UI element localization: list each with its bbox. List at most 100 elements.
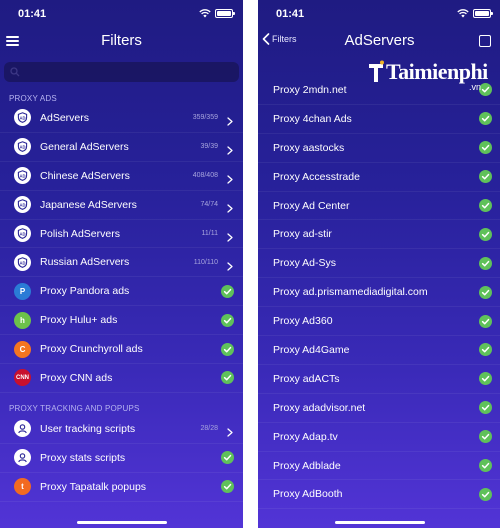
check-circle-icon[interactable] <box>221 371 234 385</box>
adserver-row-label: Proxy 2mdn.net <box>273 83 347 96</box>
filter-row-label: Chinese AdServers <box>40 169 130 182</box>
chevron-right-icon[interactable] <box>227 171 233 184</box>
filter-row-proxy-tapatalk-popups[interactable]: t Proxy Tapatalk popups <box>0 473 243 502</box>
filter-row-label: General AdServers <box>40 140 129 153</box>
filter-row-proxy-pandora-ads[interactable]: P Proxy Pandora ads <box>0 277 243 307</box>
adserver-row-label: Proxy Ad-Sys <box>273 257 337 270</box>
filter-row-russian-adservers[interactable]: AD Russian AdServers 110/110 <box>0 248 243 278</box>
chevron-right-icon[interactable] <box>227 258 233 271</box>
adserver-row-label: Proxy adadvisor.net <box>273 401 366 414</box>
page-title: Filters <box>101 32 142 49</box>
check-circle-icon[interactable] <box>479 487 492 501</box>
adserver-row-proxy-adblade[interactable]: Proxy Adblade <box>258 452 500 481</box>
wifi-icon <box>457 9 469 18</box>
filter-row-label: Proxy Tapatalk popups <box>40 480 147 493</box>
check-circle-icon[interactable] <box>479 459 492 473</box>
adserver-row-proxy-ad-sys[interactable]: Proxy Ad-Sys <box>258 249 500 279</box>
check-circle-icon[interactable] <box>479 314 492 328</box>
adserver-row-proxy-adacts[interactable]: Proxy adACTs <box>258 365 500 394</box>
ad-shield-icon: AD <box>14 225 31 242</box>
filter-row-adservers[interactable]: AD AdServers 359/359 <box>0 104 243 133</box>
adserver-row-label: Proxy Adap.tv <box>273 430 338 443</box>
filter-row-polish-adservers[interactable]: AD Polish AdServers 11/11 <box>0 220 243 249</box>
adserver-row-proxy-2mdn-net[interactable]: Proxy 2mdn.net <box>258 76 500 105</box>
adserver-row-label: Proxy AdBooth <box>273 488 343 501</box>
check-circle-icon[interactable] <box>479 285 492 299</box>
filter-row-proxy-stats-scripts[interactable]: Proxy stats scripts <box>0 444 243 473</box>
check-circle-icon[interactable] <box>479 141 492 155</box>
adserver-row-proxy-adbooth[interactable]: Proxy AdBooth <box>258 480 500 510</box>
check-circle-icon[interactable] <box>221 342 234 356</box>
filter-row-japanese-adservers[interactable]: AD Japanese AdServers 74/74 <box>0 191 243 220</box>
filter-row-chinese-adservers[interactable]: AD Chinese AdServers 408/408 <box>0 162 243 191</box>
ad-shield-icon: AD <box>14 138 31 156</box>
check-circle-icon[interactable] <box>479 401 492 415</box>
select-all-checkbox-icon[interactable] <box>479 35 491 47</box>
adserver-row-proxy-ad4game[interactable]: Proxy Ad4Game <box>258 336 500 365</box>
check-circle-icon[interactable] <box>221 284 234 298</box>
filter-row-label: Russian AdServers <box>40 256 130 269</box>
chevron-right-icon[interactable] <box>227 113 233 127</box>
status-bar: 01:41 <box>258 0 500 28</box>
filter-count: 39/39 <box>200 143 218 151</box>
adserver-row-proxy-ad-center[interactable]: Proxy Ad Center <box>258 192 500 221</box>
filter-row-label: Proxy stats scripts <box>40 451 126 464</box>
svg-text:AD: AD <box>19 116 25 121</box>
ad-shield-icon: AD <box>14 109 31 127</box>
filter-row-proxy-cnn-ads[interactable]: CNN Proxy CNN ads <box>0 364 243 393</box>
adserver-row-label: Proxy ad-stir <box>273 228 332 241</box>
hulu-icon: h <box>14 311 31 329</box>
tracking-list: User tracking scripts 28/28 Proxy stats sc… <box>0 415 243 502</box>
tapatalk-icon: t <box>14 478 31 496</box>
filter-count: 28/28 <box>200 425 218 433</box>
filter-row-proxy-hulu-ads[interactable]: h Proxy Hulu+ ads <box>0 306 243 336</box>
ad-shield-icon: AD <box>14 253 31 271</box>
search-input[interactable] <box>4 62 239 82</box>
adserver-row-label: Proxy aastocks <box>273 141 345 154</box>
adserver-row-proxy-adadvisor-net[interactable]: Proxy adadvisor.net <box>258 394 500 423</box>
nav-bar: Filters AdServers <box>258 28 500 56</box>
check-circle-icon[interactable] <box>221 313 234 327</box>
chevron-right-icon[interactable] <box>227 200 233 213</box>
adserver-row-label: Proxy 4chan Ads <box>273 112 352 125</box>
status-icons <box>457 9 493 18</box>
check-circle-icon[interactable] <box>479 170 492 184</box>
filter-row-user-tracking-scripts[interactable]: User tracking scripts 28/28 <box>0 415 243 444</box>
filter-count: 74/74 <box>200 201 218 209</box>
status-bar: 01:41 <box>0 0 243 28</box>
filter-row-label: Proxy Pandora ads <box>40 285 130 298</box>
check-circle-icon[interactable] <box>479 372 492 386</box>
check-circle-icon[interactable] <box>479 430 492 444</box>
adserver-row-label: Proxy Ad Center <box>273 199 350 212</box>
chevron-right-icon[interactable] <box>227 424 233 437</box>
check-circle-icon[interactable] <box>479 83 492 97</box>
check-circle-icon[interactable] <box>221 480 234 494</box>
filter-row-proxy-crunchyroll-ads[interactable]: C Proxy Crunchyroll ads <box>0 335 243 365</box>
check-circle-icon[interactable] <box>479 199 492 212</box>
adserver-row-proxy-aastocks[interactable]: Proxy aastocks <box>258 134 500 163</box>
home-indicator <box>76 521 167 524</box>
filter-row-label: AdServers <box>40 111 90 124</box>
adserver-row-proxy-accesstrade[interactable]: Proxy Accesstrade <box>258 163 500 192</box>
filter-row-label: Japanese AdServers <box>40 198 137 211</box>
chevron-right-icon[interactable] <box>227 142 233 155</box>
check-circle-icon[interactable] <box>221 451 234 465</box>
adserver-row-proxy-ad360[interactable]: Proxy Ad360 <box>258 307 500 337</box>
filter-row-general-adservers[interactable]: AD General AdServers 39/39 <box>0 133 243 162</box>
adserver-row-proxy-4chan-ads[interactable]: Proxy 4chan Ads <box>258 105 500 134</box>
battery-icon <box>215 9 235 18</box>
svg-text:AD: AD <box>19 145 25 150</box>
check-circle-icon[interactable] <box>479 227 492 241</box>
adserver-row-proxy-adap-tv[interactable]: Proxy Adap.tv <box>258 423 500 452</box>
check-circle-icon[interactable] <box>479 256 492 270</box>
status-time: 01:41 <box>18 8 47 20</box>
svg-text:AD: AD <box>19 231 25 236</box>
check-circle-icon[interactable] <box>479 343 492 357</box>
chevron-right-icon[interactable] <box>227 229 233 242</box>
tracker-icon <box>14 449 31 467</box>
filter-row-label: Proxy Hulu+ ads <box>40 314 118 327</box>
adserver-row-proxy-ad-stir[interactable]: Proxy ad-stir <box>258 220 500 250</box>
check-circle-icon[interactable] <box>479 112 492 126</box>
adserver-row-proxy-ad-prismamediadigital-com[interactable]: Proxy ad.prismamediadigital.com <box>258 278 500 308</box>
svg-text:AD: AD <box>19 202 25 207</box>
